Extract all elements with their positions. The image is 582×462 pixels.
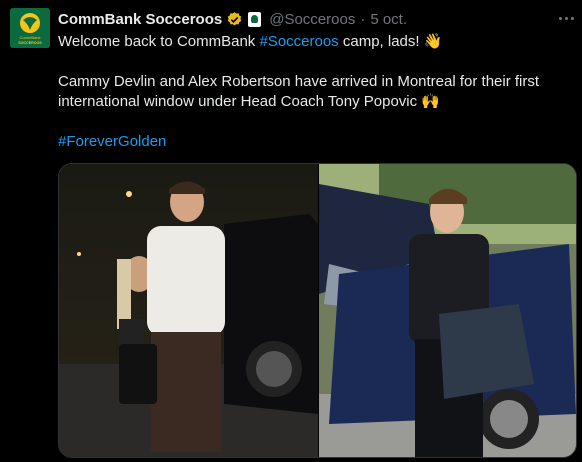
- avatar-team-text: SOCCEROOS: [18, 41, 42, 45]
- author-name[interactable]: CommBank Socceroos: [58, 11, 222, 28]
- line1-prefix: Welcome back to CommBank: [58, 33, 260, 50]
- tweet-date[interactable]: 5 oct.: [370, 11, 407, 28]
- hashtag-forevergolden[interactable]: #ForeverGolden: [58, 133, 166, 150]
- affiliate-badge-icon[interactable]: [248, 11, 262, 27]
- tweet-line-2: Cammy Devlin and Alex Robertson have arr…: [58, 73, 540, 110]
- verified-badge-icon[interactable]: [226, 11, 243, 28]
- tweet-text: Welcome back to CommBank #Socceroos camp…: [58, 32, 578, 152]
- author-handle[interactable]: @Socceroos: [269, 11, 355, 28]
- hashtag-socceroos[interactable]: #Socceroos: [259, 33, 338, 50]
- separator: ·: [360, 10, 366, 28]
- avatar-bank-text: CommBank: [20, 35, 41, 40]
- tweet-line-1: Welcome back to CommBank #Socceroos camp…: [58, 32, 578, 52]
- more-options-icon[interactable]: [555, 7, 577, 29]
- avatar[interactable]: CommBank SOCCEROOS: [10, 8, 50, 48]
- photo-robertson[interactable]: [319, 164, 576, 457]
- photo-devlin[interactable]: [59, 164, 318, 457]
- media-grid: [58, 163, 577, 458]
- tweet-header: CommBank Socceroos @Socceroos · 5 oct.: [58, 9, 407, 29]
- line1-suffix: camp, lads! 👋: [338, 33, 443, 50]
